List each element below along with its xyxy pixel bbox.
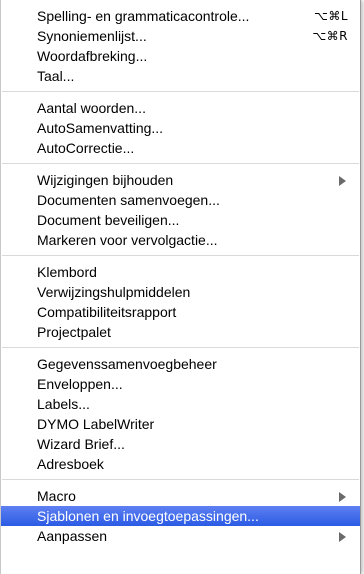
menu-item-address-book[interactable]: Adresboek xyxy=(1,454,360,474)
menu-separator xyxy=(1,250,360,262)
menu-item-label: Gegevenssamenvoegbeheer xyxy=(37,356,217,372)
menu-item-dymo-labelwriter[interactable]: DYMO LabelWriter xyxy=(1,414,360,434)
menu-item-thesaurus[interactable]: Synoniemenlijst... ⌥⌘R xyxy=(1,26,360,46)
menu-item-label: Enveloppen... xyxy=(37,376,123,392)
submenu-arrow-icon xyxy=(339,532,346,542)
menu-item-autosummarize[interactable]: AutoSamenvatting... xyxy=(1,118,360,138)
menu-item-label: Verwijzingshulpmiddelen xyxy=(37,284,191,300)
menu-item-label: Document beveiligen... xyxy=(37,212,180,228)
menu-item-label: Markeren voor vervolgactie... xyxy=(37,232,218,248)
menu-item-hyphenation[interactable]: Woordafbreking... xyxy=(1,46,360,66)
menu-item-word-count[interactable]: Aantal woorden... xyxy=(1,98,360,118)
menu-item-spelling-grammar[interactable]: Spelling- en grammaticacontrole... ⌥⌘L xyxy=(1,6,360,26)
keyboard-shortcut: ⌥⌘R xyxy=(312,29,348,43)
menu-item-flag-for-follow-up[interactable]: Markeren voor vervolgactie... xyxy=(1,230,360,250)
menu-item-label: Adresboek xyxy=(37,456,104,472)
submenu-arrow-icon xyxy=(339,492,346,502)
menu-separator xyxy=(1,474,360,486)
menu-item-labels[interactable]: Labels... xyxy=(1,394,360,414)
menu-item-label: Taal... xyxy=(37,68,75,84)
menu-item-compatibility-report[interactable]: Compatibiliteitsrapport xyxy=(1,302,360,322)
menu-item-label: AutoCorrectie... xyxy=(37,140,135,156)
menu-item-label: AutoSamenvatting... xyxy=(37,120,164,136)
menu-item-label: Synoniemenlijst... xyxy=(37,28,147,44)
menu-item-envelopes[interactable]: Enveloppen... xyxy=(1,374,360,394)
menu-item-clipboard[interactable]: Klembord xyxy=(1,262,360,282)
menu-item-label: Klembord xyxy=(37,264,97,280)
menu-item-customize[interactable]: Aanpassen xyxy=(1,526,360,546)
menu-item-macro[interactable]: Macro xyxy=(1,486,360,506)
menu-item-label: DYMO LabelWriter xyxy=(37,416,155,432)
menu-item-merge-documents[interactable]: Documenten samenvoegen... xyxy=(1,190,360,210)
menu-item-protect-document[interactable]: Document beveiligen... xyxy=(1,210,360,230)
menu-item-project-palette[interactable]: Projectpalet xyxy=(1,322,360,342)
menu-item-label: Aanpassen xyxy=(37,528,108,544)
menu-item-data-merge-manager[interactable]: Gegevenssamenvoegbeheer xyxy=(1,354,360,374)
menu-item-label: Wijzigingen bijhouden xyxy=(37,172,174,188)
menu-item-track-changes[interactable]: Wijzigingen bijhouden xyxy=(1,170,360,190)
menu-item-letter-wizard[interactable]: Wizard Brief... xyxy=(1,434,360,454)
tools-menu: Spelling- en grammaticacontrole... ⌥⌘L S… xyxy=(0,0,361,574)
menu-item-templates-addins[interactable]: Sjablonen en invoegtoepassingen... xyxy=(1,506,360,526)
menu-item-label: Projectpalet xyxy=(37,324,111,340)
menu-item-label: Macro xyxy=(37,488,76,504)
keyboard-shortcut: ⌥⌘L xyxy=(313,9,348,23)
menu-item-label: Wizard Brief... xyxy=(37,436,125,452)
menu-item-label: Compatibiliteitsrapport xyxy=(37,304,177,320)
submenu-arrow-icon xyxy=(339,176,346,186)
menu-item-language[interactable]: Taal... xyxy=(1,66,360,86)
menu-item-reference-tools[interactable]: Verwijzingshulpmiddelen xyxy=(1,282,360,302)
menu-separator xyxy=(1,86,360,98)
menu-item-label: Labels... xyxy=(37,396,90,412)
menu-item-label: Spelling- en grammaticacontrole... xyxy=(37,8,250,24)
menu-separator xyxy=(1,342,360,354)
menu-item-label: Aantal woorden... xyxy=(37,100,146,116)
menu-item-autocorrect[interactable]: AutoCorrectie... xyxy=(1,138,360,158)
menu-item-label: Sjablonen en invoegtoepassingen... xyxy=(37,508,259,524)
menu-item-label: Documenten samenvoegen... xyxy=(37,192,220,208)
menu-separator xyxy=(1,158,360,170)
menu-item-label: Woordafbreking... xyxy=(37,48,148,64)
